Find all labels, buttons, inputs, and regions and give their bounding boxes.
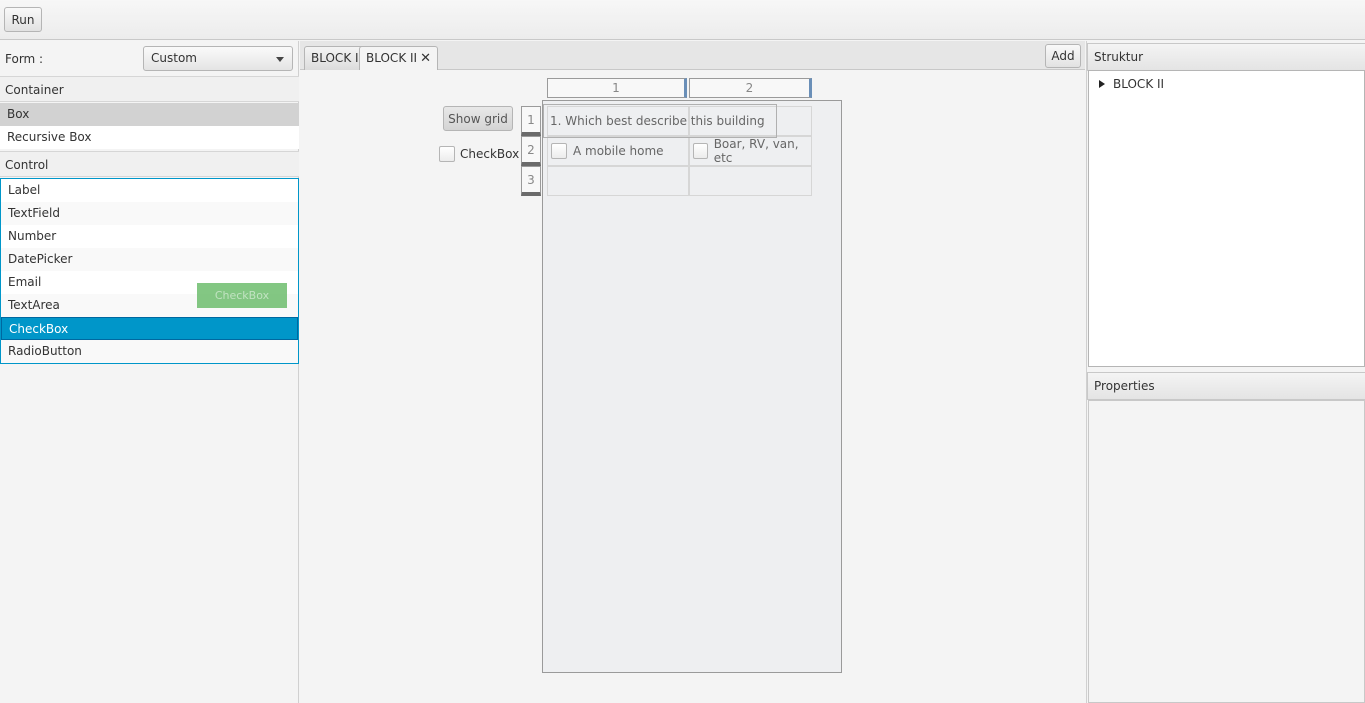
run-button[interactable]: Run xyxy=(4,7,42,32)
properties-header[interactable]: Properties xyxy=(1087,372,1365,400)
tab-block-ii[interactable]: BLOCK II ✕ xyxy=(359,46,438,70)
tree-item-block-ii[interactable]: BLOCK II xyxy=(1099,77,1164,91)
control-item-number[interactable]: Number xyxy=(1,225,298,248)
form-label: Form : xyxy=(5,52,44,66)
checkbox-box[interactable] xyxy=(439,146,455,162)
control-item-radiobutton[interactable]: RadioButton xyxy=(1,340,298,363)
toolbar: Run xyxy=(0,0,1365,40)
structure-tree: BLOCK II xyxy=(1088,70,1365,367)
control-item-checkbox[interactable]: CheckBox xyxy=(1,317,298,340)
control-item-datepicker[interactable]: DatePicker xyxy=(1,248,298,271)
tab-label: BLOCK I xyxy=(311,51,359,65)
option-boat-rv-van[interactable]: Boar, RV, van, etc xyxy=(690,137,811,165)
option-label: A mobile home xyxy=(573,144,664,158)
properties-body xyxy=(1088,400,1365,703)
checkbox-label: CheckBox xyxy=(460,147,520,161)
chevron-down-icon xyxy=(276,57,284,62)
row-header[interactable]: 1 xyxy=(521,106,541,136)
add-button[interactable]: Add xyxy=(1045,44,1081,68)
tree-item-label: BLOCK II xyxy=(1113,77,1165,91)
question-label[interactable]: 1. Which best describe this building xyxy=(543,104,777,138)
control-item-label[interactable]: Label xyxy=(1,179,298,202)
show-grid-button[interactable]: Show grid xyxy=(443,106,513,131)
close-icon[interactable]: ✕ xyxy=(420,51,431,66)
form-select-value: Custom xyxy=(151,51,197,65)
inspector-panel: Struktur BLOCK II Properties xyxy=(1086,41,1365,703)
struktur-header[interactable]: Struktur xyxy=(1087,43,1365,71)
expand-arrow-icon[interactable] xyxy=(1099,80,1105,88)
grid-cell[interactable] xyxy=(547,166,689,196)
control-item-textfield[interactable]: TextField xyxy=(1,202,298,225)
form-select[interactable]: Custom xyxy=(143,46,293,71)
palette-panel: Form : Custom Container Box Recursive Bo… xyxy=(0,41,299,703)
column-header[interactable]: 1 xyxy=(547,78,687,98)
checkbox-box[interactable] xyxy=(693,143,708,159)
container-item-box[interactable]: Box xyxy=(0,103,299,126)
control-header[interactable]: Control xyxy=(0,151,299,177)
editor-area: BLOCK I BLOCK II ✕ Add Show grid CheckBox… xyxy=(300,41,1085,703)
tab-label: BLOCK II xyxy=(366,51,418,65)
grid-cell[interactable]: Boar, RV, van, etc xyxy=(689,136,812,166)
tab-block-i[interactable]: BLOCK I xyxy=(304,46,366,70)
grid-cell[interactable] xyxy=(689,166,812,196)
container-list: Box Recursive Box xyxy=(0,103,299,149)
option-label: Boar, RV, van, etc xyxy=(713,137,799,165)
row-header[interactable]: 2 xyxy=(521,136,541,166)
checkbox-box[interactable] xyxy=(551,143,567,159)
column-header[interactable]: 2 xyxy=(689,78,812,98)
tab-bar: BLOCK I BLOCK II ✕ Add xyxy=(300,41,1085,70)
checkbox-sample[interactable]: CheckBox xyxy=(439,146,519,162)
drag-ghost: CheckBox xyxy=(197,283,287,308)
row-header[interactable]: 3 xyxy=(521,166,541,196)
grid-cell[interactable]: A mobile home xyxy=(547,136,689,166)
control-list: Label TextField Number DatePicker Email … xyxy=(0,178,299,364)
option-a-mobile-home[interactable]: A mobile home xyxy=(548,137,688,165)
container-header[interactable]: Container xyxy=(0,76,299,102)
container-item-recursive-box[interactable]: Recursive Box xyxy=(0,126,299,149)
